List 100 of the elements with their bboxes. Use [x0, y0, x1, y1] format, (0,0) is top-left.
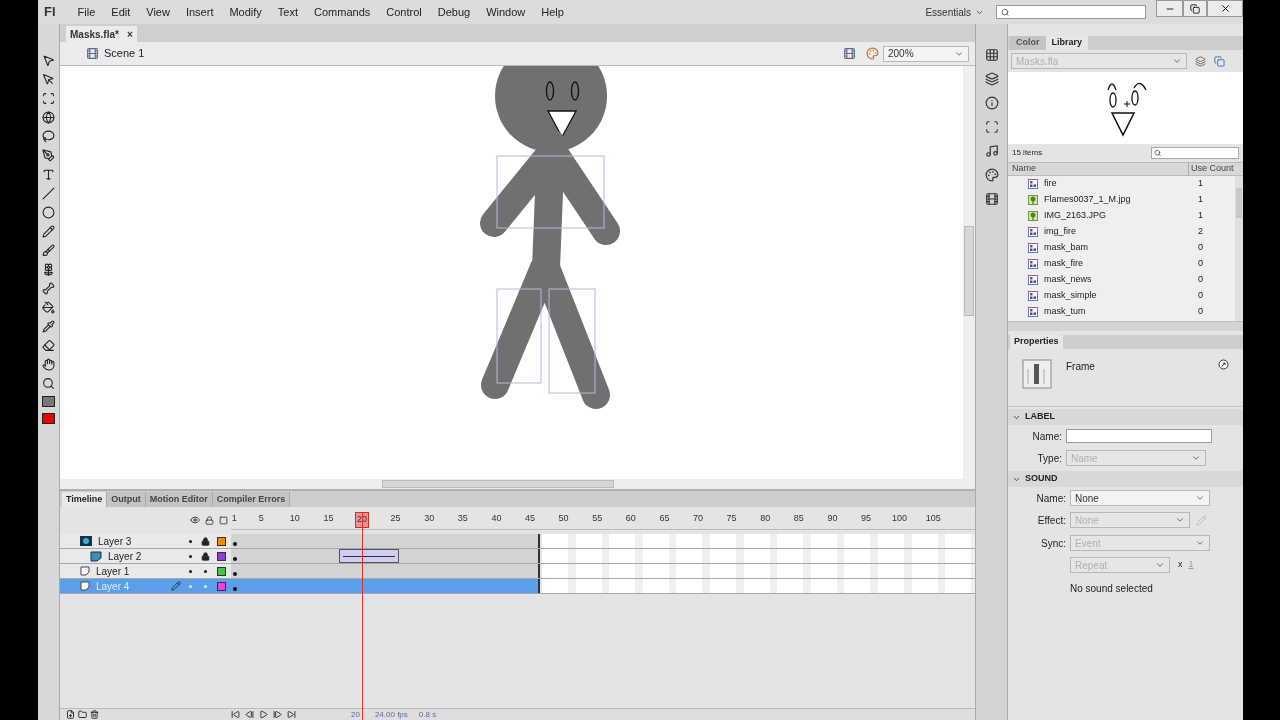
- panel-tab[interactable]: Properties: [1010, 335, 1063, 349]
- eyedropper-icon[interactable]: [42, 320, 55, 333]
- column-header[interactable]: Name: [1008, 162, 1188, 176]
- library-scrollbar[interactable]: [1235, 176, 1243, 321]
- workspace-switcher[interactable]: Essentials: [925, 4, 984, 20]
- stroke-color-swatch[interactable]: [42, 396, 55, 407]
- flower-icon[interactable]: [42, 263, 55, 276]
- pin-icon[interactable]: [1195, 55, 1206, 67]
- library-item[interactable]: img_fire 2: [1008, 224, 1235, 240]
- selection-tool-icon[interactable]: [42, 54, 55, 67]
- layers-icon[interactable]: [984, 72, 999, 86]
- eraser-icon[interactable]: [42, 339, 55, 352]
- timeline-panel-tab[interactable]: Timeline: [62, 492, 108, 507]
- menu-item[interactable]: Edit: [103, 3, 139, 21]
- music-icon[interactable]: [984, 144, 999, 158]
- library-item[interactable]: mask_news 0: [1008, 272, 1235, 288]
- brush-tool-icon[interactable]: [42, 244, 55, 257]
- zoom-icon[interactable]: [42, 377, 55, 390]
- palette-icon[interactable]: [984, 168, 999, 182]
- menu-item[interactable]: View: [138, 3, 178, 21]
- frame-name-field[interactable]: [1066, 429, 1212, 443]
- library-item[interactable]: mask_tum 0: [1008, 304, 1235, 320]
- item-name: Flames0037_1_M.jpg: [1044, 193, 1132, 207]
- fill-color-swatch[interactable]: [42, 413, 55, 424]
- library-item[interactable]: fire 1: [1008, 176, 1235, 192]
- library-item[interactable]: Flames0037_1_M.jpg 1: [1008, 192, 1235, 208]
- outline-icon[interactable]: [219, 515, 228, 525]
- library-search-field[interactable]: [1151, 147, 1239, 159]
- globe-icon[interactable]: [42, 111, 55, 124]
- lock-icon[interactable]: [201, 536, 210, 546]
- library-item[interactable]: mask_bam 0: [1008, 240, 1235, 256]
- timeline-panel-tab[interactable]: Output: [107, 492, 146, 507]
- field-label: Effect:: [1036, 513, 1067, 528]
- text-tool-icon[interactable]: [42, 168, 55, 181]
- new-layer-icon[interactable]: [66, 710, 75, 719]
- play-icon[interactable]: [259, 710, 268, 719]
- frame-number: 55: [591, 512, 604, 525]
- section-title: LABEL: [1025, 410, 1055, 424]
- paint-bucket-icon[interactable]: [42, 301, 55, 314]
- lasso-tool-icon[interactable]: [42, 130, 55, 143]
- bone-tool-icon[interactable]: [42, 282, 55, 295]
- pen-tool-icon[interactable]: [42, 149, 55, 162]
- library-item[interactable]: mask_simple 0: [1008, 288, 1235, 304]
- oval-tool-icon[interactable]: [42, 206, 55, 219]
- step-forward-icon[interactable]: [273, 710, 282, 719]
- menu-item[interactable]: File: [69, 3, 104, 21]
- menu-item[interactable]: Insert: [177, 3, 222, 21]
- zoom-dropdown[interactable]: 200%: [883, 45, 969, 62]
- layer-row[interactable]: Layer 2: [60, 549, 231, 563]
- library-item[interactable]: mask_fire 0: [1008, 256, 1235, 272]
- edit-scene-icon[interactable]: [843, 47, 856, 60]
- frame-icon: [1022, 359, 1052, 389]
- layer-row[interactable]: Layer 1: [60, 564, 231, 578]
- frame-number: 60: [624, 512, 637, 525]
- outline-color-swatch[interactable]: [217, 581, 226, 591]
- menu-item[interactable]: Modify: [221, 3, 270, 21]
- outline-color-swatch[interactable]: [217, 551, 226, 561]
- sound-name-dropdown[interactable]: None: [1070, 490, 1210, 506]
- menu-item[interactable]: Control: [378, 3, 430, 21]
- outline-color-swatch[interactable]: [217, 566, 226, 576]
- timeline-panel-tab[interactable]: Compiler Errors: [212, 492, 291, 507]
- column-header[interactable]: Use Count: [1188, 162, 1234, 176]
- swatches-icon[interactable]: [984, 48, 999, 62]
- search-field[interactable]: [996, 5, 1146, 19]
- last-frame-icon[interactable]: [287, 710, 296, 719]
- horizontal-scrollbar[interactable]: [60, 479, 963, 489]
- layer-row[interactable]: Layer 3: [60, 534, 231, 548]
- new-folder-icon[interactable]: [78, 710, 87, 719]
- outline-color-swatch[interactable]: [217, 536, 226, 546]
- delete-icon[interactable]: [90, 710, 99, 719]
- library-item[interactable]: IMG_2163.JPG 1: [1008, 208, 1235, 224]
- tab-close[interactable]: ×: [126, 26, 133, 42]
- hand-icon[interactable]: [42, 358, 55, 371]
- menu-item[interactable]: Text: [269, 3, 307, 21]
- eye-icon[interactable]: [190, 515, 200, 525]
- menu-item[interactable]: Commands: [306, 3, 379, 21]
- lock-icon[interactable]: [205, 515, 214, 525]
- document-tab[interactable]: Masks.fla* ×: [66, 26, 137, 42]
- menu-item[interactable]: Window: [478, 3, 534, 21]
- vertical-scrollbar[interactable]: [963, 66, 975, 489]
- free-transform-tool-icon[interactable]: [42, 92, 55, 105]
- menu-item[interactable]: Help: [533, 3, 572, 21]
- pencil-tool-icon[interactable]: [42, 225, 55, 238]
- new-library-icon[interactable]: [1214, 55, 1225, 67]
- transform-icon[interactable]: [984, 120, 999, 134]
- subselection-tool-icon[interactable]: [42, 73, 55, 86]
- film-icon[interactable]: [984, 192, 999, 206]
- info-icon[interactable]: [984, 96, 999, 110]
- menu-item[interactable]: Debug: [429, 3, 479, 21]
- help-icon[interactable]: [1218, 359, 1229, 370]
- timeline-panel-tab[interactable]: Motion Editor: [145, 492, 213, 507]
- line-tool-icon[interactable]: [42, 187, 55, 200]
- first-frame-icon[interactable]: [231, 710, 240, 719]
- restore-button[interactable]: [1183, 0, 1207, 17]
- step-back-icon[interactable]: [245, 710, 254, 719]
- edit-symbol-icon[interactable]: [866, 47, 879, 60]
- lock-icon[interactable]: [201, 551, 210, 561]
- panel-tab[interactable]: Color: [1010, 36, 1046, 50]
- scene-name[interactable]: Scene 1: [104, 45, 145, 62]
- panel-tab[interactable]: Library: [1045, 36, 1088, 50]
